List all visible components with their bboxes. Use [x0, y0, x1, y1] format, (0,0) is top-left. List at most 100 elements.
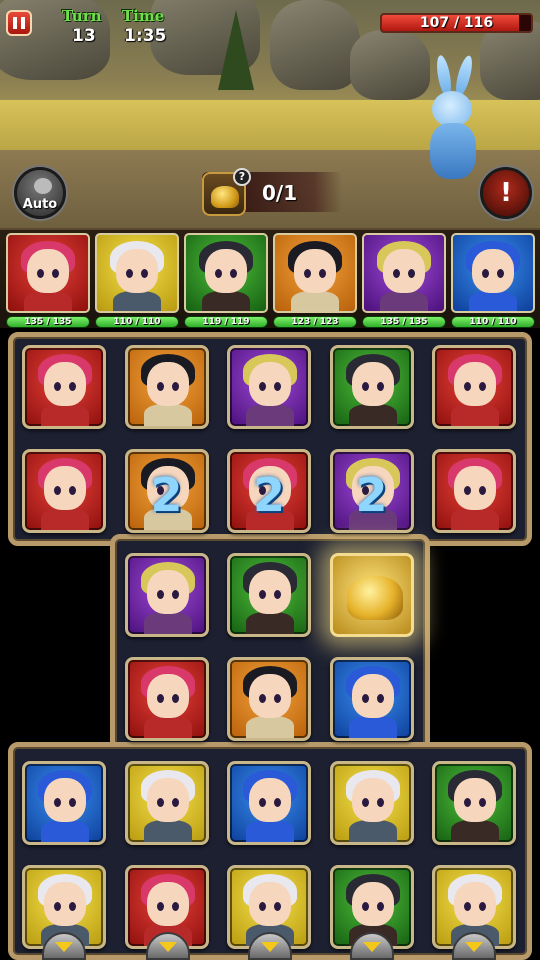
auto-label: Auto — [22, 197, 58, 212]
character-face — [454, 882, 496, 926]
character-eye — [54, 798, 61, 807]
hero-tile-blue[interactable] — [22, 761, 106, 845]
character-face — [27, 249, 69, 293]
enemy-hp-text: 107 / 116 — [419, 15, 494, 31]
time-label: Time — [122, 7, 165, 25]
character-face — [249, 778, 291, 822]
character-face — [44, 882, 86, 926]
hero-tile-green[interactable] — [227, 553, 311, 637]
character-eye — [479, 902, 486, 911]
hero-tile-red[interactable] — [432, 449, 516, 533]
skill-button[interactable]: ! — [480, 167, 532, 219]
auto-button[interactable]: Auto — [14, 167, 66, 219]
character-body — [348, 404, 397, 426]
character-eye — [69, 486, 76, 495]
character-face — [294, 249, 336, 293]
character-eye — [376, 382, 384, 391]
quest-help-button[interactable]: ? — [233, 168, 251, 186]
character-body — [143, 612, 192, 634]
battle-scene: Turn 13 Time 1:35 107 / 116 Auto ? 0/1 ! — [0, 0, 540, 228]
party-hero-3[interactable] — [184, 233, 268, 313]
character-eye — [361, 902, 369, 911]
character-face — [116, 249, 158, 293]
party-hero-2[interactable] — [95, 233, 179, 313]
hero-tile-blue[interactable] — [329, 657, 414, 741]
character-body — [348, 716, 397, 738]
character-eye — [156, 902, 164, 911]
character-eye — [376, 902, 384, 911]
character-eye — [408, 269, 415, 278]
gold-pot-tile[interactable] — [329, 553, 414, 637]
character-eye — [69, 798, 76, 807]
character-body — [246, 404, 294, 426]
character-face — [351, 674, 394, 718]
character-eye — [497, 269, 504, 278]
character-face — [249, 362, 291, 406]
hero-tile-purple[interactable] — [124, 553, 209, 637]
character-face — [249, 570, 291, 614]
character-body — [143, 716, 192, 738]
character-eye — [274, 694, 281, 703]
character-body — [41, 508, 89, 530]
hero-tile-yellow[interactable] — [329, 761, 414, 845]
character-eye — [259, 798, 266, 807]
party-hero-1[interactable] — [6, 233, 90, 313]
hero-tile-red[interactable] — [124, 657, 209, 741]
character-eye — [274, 902, 281, 911]
hero-tile-green[interactable] — [432, 761, 516, 845]
character-eye — [479, 382, 486, 391]
hero-tile-red[interactable] — [432, 345, 516, 429]
pause-icon — [13, 17, 17, 29]
hero-tile-green[interactable] — [329, 345, 414, 429]
turn-label: Turn — [62, 7, 102, 25]
character-eye — [215, 269, 222, 278]
character-eye — [156, 694, 164, 703]
party-hero-hp: 135 / 135 — [6, 316, 90, 328]
character-face — [146, 674, 189, 718]
gold-pot-icon — [346, 576, 403, 620]
rock — [270, 0, 360, 90]
tree — [218, 10, 254, 90]
character-body — [451, 820, 499, 842]
hero-tile-red[interactable] — [22, 345, 106, 429]
hero-tile-orange[interactable] — [124, 345, 209, 429]
pause-icon — [21, 17, 25, 29]
character-face — [249, 882, 291, 926]
character-body — [24, 291, 72, 311]
character-eye — [361, 694, 369, 703]
character-eye — [482, 269, 489, 278]
character-body — [246, 612, 294, 634]
character-eye — [376, 694, 384, 703]
character-body — [246, 820, 294, 842]
character-body — [348, 820, 397, 842]
party-hero-4[interactable] — [273, 233, 357, 313]
party-hero-6[interactable] — [451, 233, 535, 313]
party-hero-hp: 110 / 110 — [95, 316, 179, 328]
pause-button[interactable] — [6, 10, 32, 36]
hero-tile-purple[interactable] — [227, 345, 311, 429]
character-eye — [361, 798, 369, 807]
character-face — [383, 249, 425, 293]
hero-tile-purple[interactable]: 2 — [329, 449, 414, 533]
time-value: 1:35 — [124, 26, 167, 46]
character-eye — [479, 798, 486, 807]
hero-tile-blue[interactable] — [227, 761, 311, 845]
character-eye — [37, 269, 44, 278]
character-face — [146, 778, 189, 822]
party-hero-5[interactable] — [362, 233, 446, 313]
character-eye — [126, 269, 133, 278]
character-eye — [52, 269, 59, 278]
hero-tile-red[interactable]: 2 — [227, 449, 311, 533]
character-face — [146, 362, 189, 406]
hero-tile-orange[interactable]: 2 — [124, 449, 209, 533]
character-eye — [230, 269, 237, 278]
character-body — [451, 404, 499, 426]
hero-tile-red[interactable] — [22, 449, 106, 533]
hero-tile-orange[interactable] — [227, 657, 311, 741]
character-body — [41, 404, 89, 426]
hero-tile-yellow[interactable] — [124, 761, 209, 845]
enemy-rabbit[interactable] — [418, 54, 498, 195]
character-eye — [54, 902, 61, 911]
character-eye — [69, 382, 76, 391]
party-hero-hp: 119 / 119 — [184, 316, 268, 328]
